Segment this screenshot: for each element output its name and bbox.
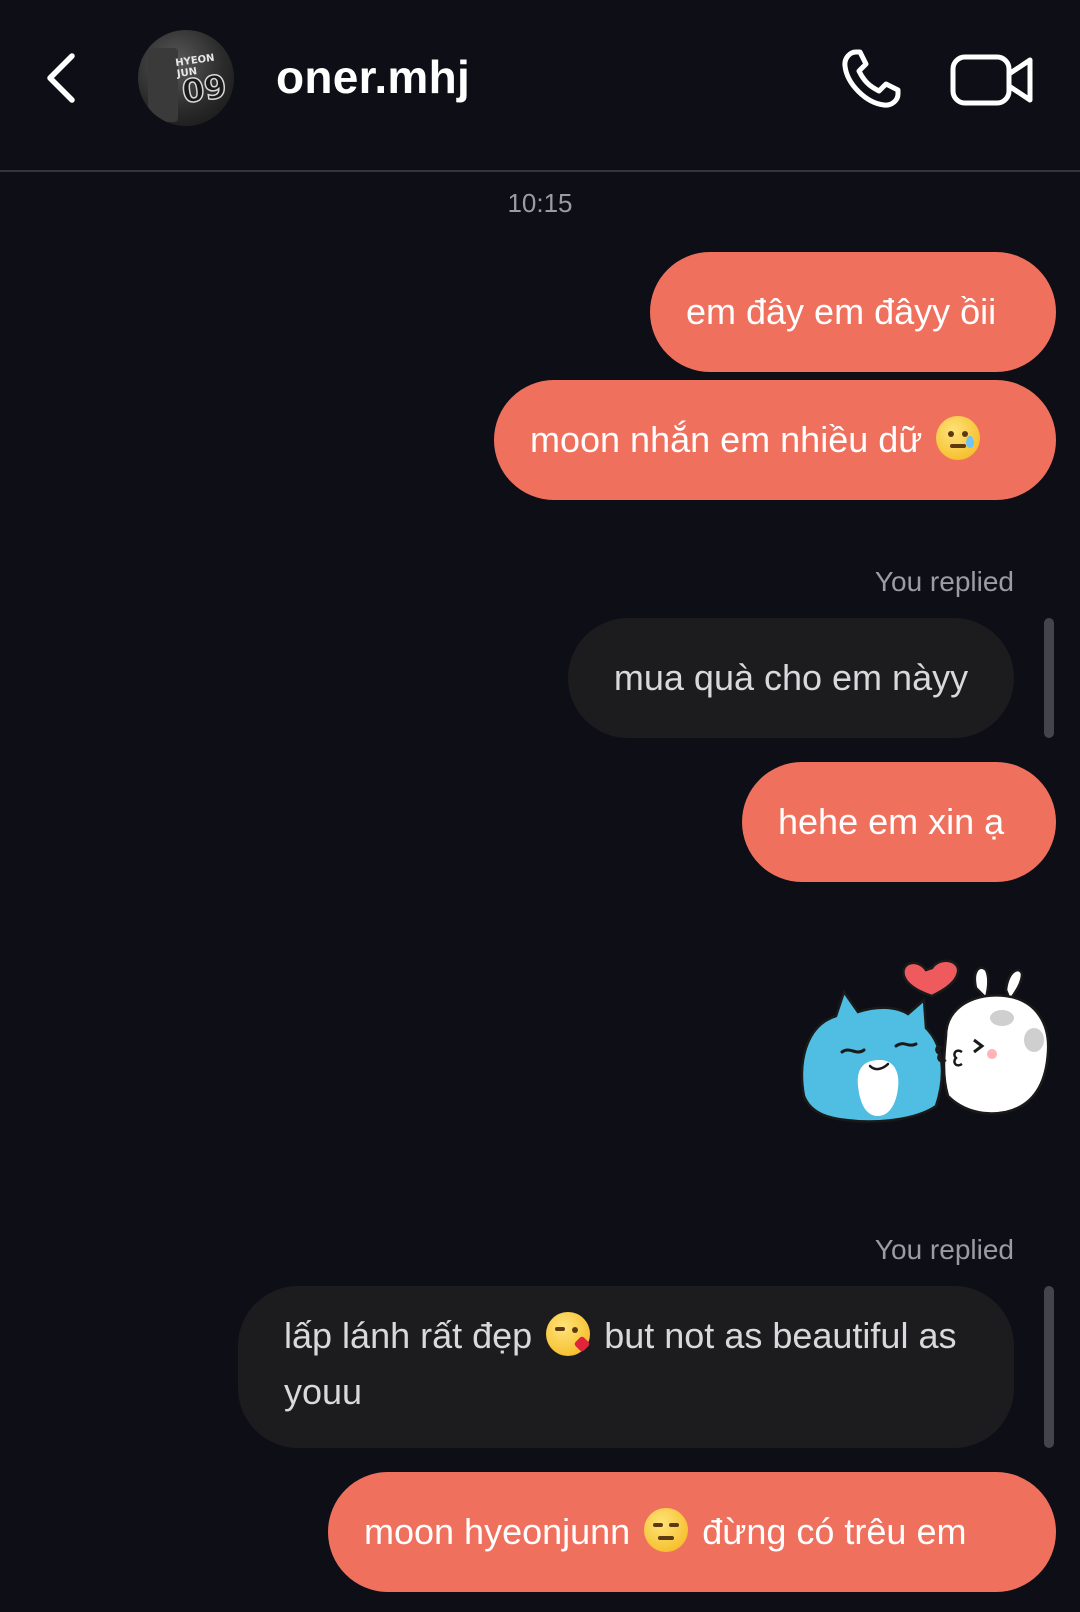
you-replied-label: You replied [874, 566, 1014, 597]
video-call-button[interactable] [950, 52, 1034, 108]
quoted-reply-bubble[interactable]: mua quà cho em nàyy [568, 618, 1014, 738]
message-text: moon hyeonjunn [364, 1511, 631, 1552]
sent-message-bubble[interactable]: hehe em xin ạ [742, 762, 1056, 882]
avatar-jersey-number: 09 [179, 66, 230, 111]
sent-message-bubble[interactable]: moon hyeonjunn đừng có trêu em [328, 1472, 1056, 1592]
face-blowing-a-kiss-icon [546, 1312, 591, 1356]
message-text: moon nhắn em nhiều dữ [530, 419, 923, 460]
sent-message-bubble[interactable]: em đây em đâyy ồii [650, 252, 1056, 372]
voice-call-button[interactable] [836, 44, 906, 114]
smiling-face-with-tear-icon [936, 416, 981, 460]
back-button[interactable] [38, 48, 88, 108]
message-text: lấp lánh rất đẹp [284, 1315, 533, 1356]
message-text: đừng có trêu em [702, 1511, 967, 1552]
avatar-figure [148, 48, 178, 122]
chat-header: HYEON JUN 09 oner.mhj [0, 0, 1080, 172]
cat-and-bunny-kiss-sticker[interactable] [796, 956, 1058, 1136]
chat-username[interactable]: oner.mhj [276, 50, 470, 104]
reply-indicator-bar [1044, 1286, 1054, 1448]
reply-indicator-bar [1044, 618, 1054, 738]
video-camera-icon [950, 54, 1033, 106]
phone-icon [842, 49, 901, 108]
avatar[interactable]: HYEON JUN 09 [138, 30, 234, 126]
you-replied-label: You replied [874, 1234, 1014, 1265]
chevron-left-icon [47, 53, 75, 103]
message-timestamp: 10:15 [507, 188, 573, 218]
expressionless-face-icon [644, 1508, 689, 1552]
sent-message-bubble[interactable]: moon nhắn em nhiều dữ [494, 380, 1056, 500]
sticker-image [800, 959, 1050, 1123]
quoted-reply-bubble[interactable]: lấp lánh rất đẹp but not as beautiful as… [238, 1286, 1014, 1448]
